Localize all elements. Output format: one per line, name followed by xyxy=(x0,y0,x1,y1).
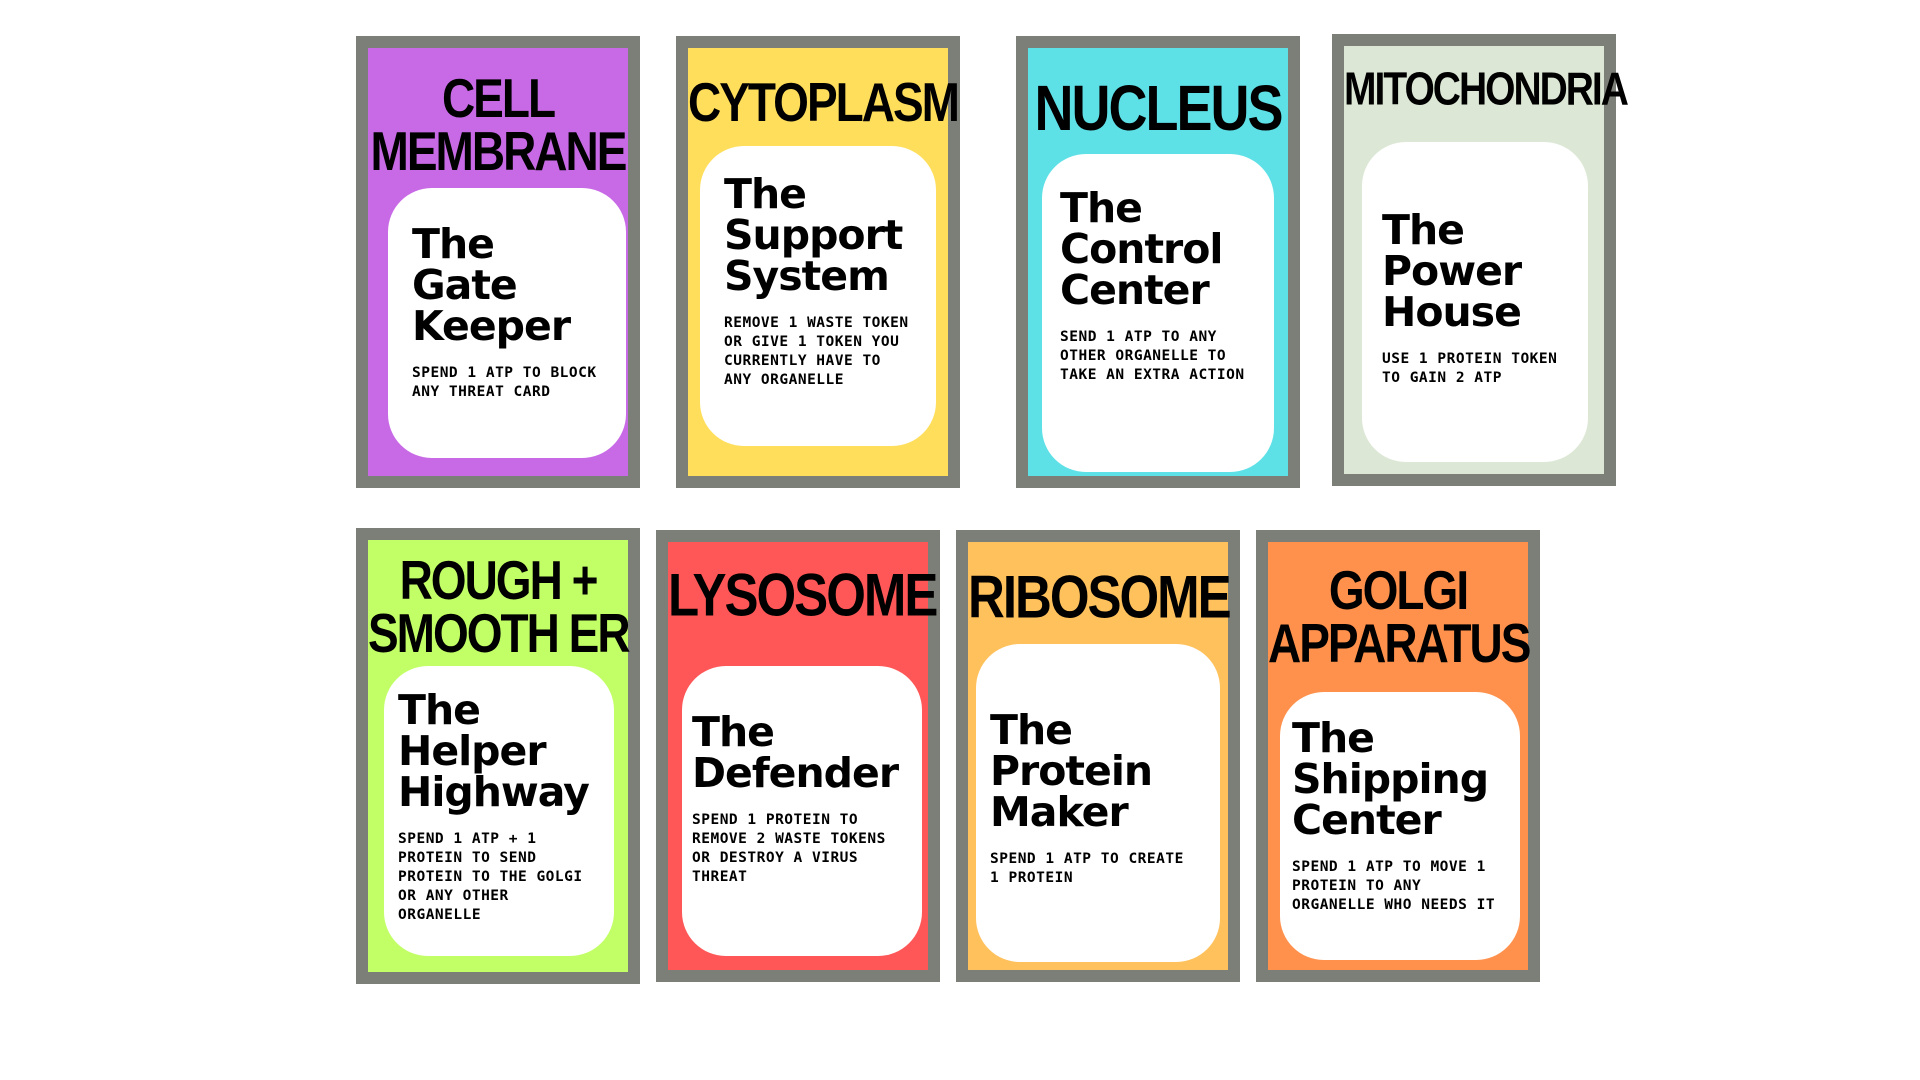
card-ability: USE 1 PROTEIN TOKEN TO GAIN 2 ATP xyxy=(1382,351,1558,386)
card-nickname: The Gate Keeper xyxy=(412,220,571,350)
card-ability: SEND 1 ATP TO ANY OTHER ORGANELLE TO TAK… xyxy=(1060,329,1245,383)
card-text-panel: The Shipping Center SPEND 1 ATP TO MOVE … xyxy=(1280,692,1520,960)
card-title: CELL MEMBRANE xyxy=(370,67,628,182)
card-text-panel: The Support System REMOVE 1 WASTE TOKEN … xyxy=(700,146,936,446)
card-ribosome[interactable]: RIBOSOME The Protein Maker SPEND 1 ATP T… xyxy=(956,530,1240,982)
card-ability: SPEND 1 ATP + 1 PROTEIN TO SEND PROTEIN … xyxy=(398,831,583,923)
card-cell-membrane[interactable]: CELL MEMBRANE The Gate Keeper SPEND 1 AT… xyxy=(356,36,640,488)
card-mitochondria[interactable]: MITOCHONDRIA The Power House USE 1 PROTE… xyxy=(1332,34,1629,486)
card-golgi-apparatus[interactable]: GOLGI APPARATUS The Shipping Center SPEN… xyxy=(1256,530,1540,982)
card-title: ROUGH + SMOOTH ER xyxy=(368,549,631,664)
card-lysosome[interactable]: LYSOSOME The Defender SPEND 1 PROTEIN TO… xyxy=(656,530,940,982)
card-title: CYTOPLASM xyxy=(688,71,960,133)
card-ability: SPEND 1 ATP TO MOVE 1 PROTEIN TO ANY ORG… xyxy=(1292,859,1496,913)
card-nickname: The Helper Highway xyxy=(398,686,590,816)
card-nickname: The Defender xyxy=(692,708,899,797)
card-nickname: The Shipping Center xyxy=(1292,714,1489,844)
card-nickname: The Protein Maker xyxy=(990,706,1153,836)
card-nucleus[interactable]: NUCLEUS The Control Center SEND 1 ATP TO… xyxy=(1016,36,1300,488)
card-rough-smooth-er[interactable]: ROUGH + SMOOTH ER The Helper Highway SPE… xyxy=(356,528,640,984)
card-text-panel: The Power House USE 1 PROTEIN TOKEN TO G… xyxy=(1362,142,1588,462)
card-text-panel: The Control Center SEND 1 ATP TO ANY OTH… xyxy=(1042,154,1274,472)
card-ability: REMOVE 1 WASTE TOKEN OR GIVE 1 TOKEN YOU… xyxy=(724,315,909,388)
card-nickname: The Support System xyxy=(724,170,903,300)
card-nickname: The Control Center xyxy=(1060,184,1224,314)
card-ability: SPEND 1 ATP TO BLOCK ANY THREAT CARD xyxy=(412,365,597,400)
card-sheet: CELL MEMBRANE The Gate Keeper SPEND 1 AT… xyxy=(0,0,1920,1080)
card-title: RIBOSOME xyxy=(968,563,1232,631)
card-text-panel: The Gate Keeper SPEND 1 ATP TO BLOCK ANY… xyxy=(388,188,626,458)
card-text-panel: The Helper Highway SPEND 1 ATP + 1 PROTE… xyxy=(384,666,614,956)
card-title: GOLGI APPARATUS xyxy=(1268,559,1531,674)
card-text-panel: The Protein Maker SPEND 1 ATP TO CREATE … xyxy=(976,644,1220,962)
card-title: LYSOSOME xyxy=(668,561,938,629)
card-title: MITOCHONDRIA xyxy=(1344,64,1629,116)
card-ability: SPEND 1 ATP TO CREATE 1 PROTEIN xyxy=(990,851,1184,886)
card-nickname: The Power House xyxy=(1382,206,1522,336)
card-ability: SPEND 1 PROTEIN TO REMOVE 2 WASTE TOKENS… xyxy=(692,812,886,885)
card-text-panel: The Defender SPEND 1 PROTEIN TO REMOVE 2… xyxy=(682,666,922,956)
card-title: NUCLEUS xyxy=(1034,73,1283,145)
card-cytoplasm[interactable]: CYTOPLASM The Support System REMOVE 1 WA… xyxy=(676,36,960,488)
